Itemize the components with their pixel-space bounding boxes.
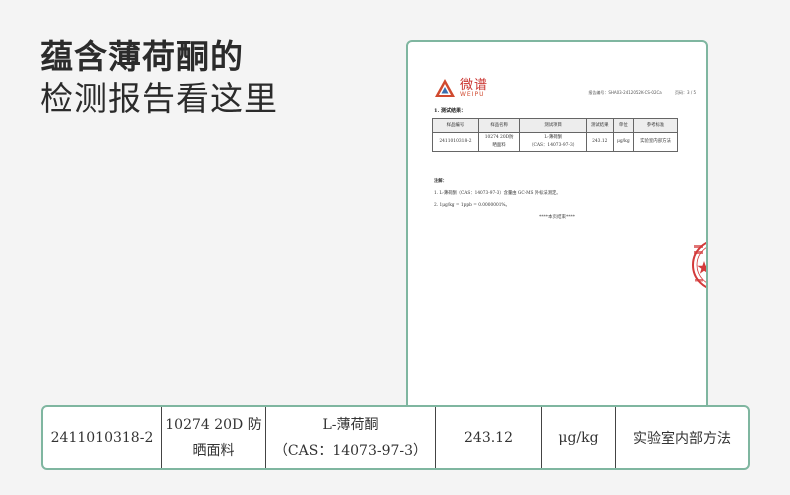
headline-line2: 检测报告看这里 — [40, 79, 278, 118]
zoom-test-item-line2: （CAS：14073-97-3） — [273, 442, 428, 459]
zoom-sample-name: 10274 20D 防 晒面料 — [161, 407, 266, 468]
table-row: 2411010318-2 10274 20D防 晒面料 L-薄荷酮 （CAS：1… — [432, 132, 678, 152]
result-table: 样品编号 样品名称 测试项目 测试结果 单位 参考标准 2411010318-2… — [432, 118, 678, 152]
notes-title: 注解： — [434, 179, 447, 184]
cell-test-item: L-薄荷酮 （CAS：14073-97-3） — [519, 132, 587, 152]
report-page: 页码：3 / 5 — [675, 90, 696, 95]
zoom-test-item-line1: L-薄荷酮 — [322, 416, 379, 433]
sample-name-line1: 10274 20D防 — [484, 135, 514, 140]
report-header-meta: 报告编号：SHA03-2412052K-CS-02Ca 页码：3 / 5 — [576, 90, 696, 96]
table-header: 参考标准 — [633, 118, 678, 133]
note-1: 1. L-薄荷酮（CAS：14073-97-3）含量由 GC-MS 外标法测定。 — [434, 191, 561, 196]
headline-line1: 蕴含薄荷酮的 — [40, 37, 244, 76]
table-header: 单位 — [612, 118, 635, 133]
zoom-result: 243.12 — [435, 407, 542, 468]
table-header: 样品编号 — [432, 118, 479, 133]
zoom-unit: μg/kg — [541, 407, 616, 468]
table-header: 测试结果 — [585, 118, 614, 133]
table-header: 样品名称 — [477, 118, 521, 133]
zoom-test-item: L-薄荷酮 （CAS：14073-97-3） — [265, 407, 436, 468]
end-mark: ****本页结束**** — [539, 215, 575, 220]
test-item-line1: L-薄荷酮 — [544, 135, 562, 140]
cell-unit: μg/kg — [612, 132, 635, 152]
zoom-sample-name-line1: 10274 20D 防 — [165, 416, 262, 433]
zoomed-result-row: 2411010318-2 10274 20D 防 晒面料 L-薄荷酮 （CAS：… — [41, 405, 750, 470]
cell-standard: 实验室内部方法 — [633, 132, 678, 152]
weipu-logo-icon — [435, 79, 455, 97]
cell-sample-no: 2411010318-2 — [432, 132, 479, 152]
section-title: 1. 测试结果： — [434, 108, 466, 114]
sample-name-line2: 晒面料 — [492, 143, 506, 148]
cell-sample-name: 10274 20D防 晒面料 — [477, 132, 521, 152]
page-headline: 蕴含薄荷酮的 检测报告看这里 — [40, 36, 278, 120]
report-notes: 注解： 1. L-薄荷酮（CAS：14073-97-3）含量由 GC-MS 外标… — [434, 176, 561, 212]
table-header-row: 样品编号 样品名称 测试项目 测试结果 单位 参考标准 — [432, 118, 678, 133]
logo-en: WEIPU — [460, 90, 485, 98]
test-item-line2: （CAS：14073-97-3） — [529, 143, 578, 148]
zoom-sample-no: 2411010318-2 — [43, 407, 162, 468]
report-preview: 微谱 WEIPU 报告编号：SHA03-2412052K-CS-02Ca 页码：… — [406, 40, 708, 420]
zoom-standard: 实验室内部方法 — [633, 430, 731, 447]
logo-cn: 微谱 — [460, 77, 489, 93]
table-row: 2411010318-2 10274 20D 防 晒面料 L-薄荷酮 （CAS：… — [43, 407, 748, 468]
seal-stamp-icon — [692, 241, 706, 289]
table-header: 测试项目 — [519, 118, 587, 133]
report-number: 报告编号：SHA03-2412052K-CS-02Ca — [588, 90, 662, 95]
zoom-sample-name-line2: 晒面料 — [192, 442, 235, 459]
note-2: 2. 1μg/kg = 1ppb = 0.0000001%。 — [434, 203, 510, 208]
report-logo: 微谱 WEIPU — [434, 78, 488, 98]
cell-result: 243.12 — [585, 132, 614, 152]
zoomed-table: 2411010318-2 10274 20D 防 晒面料 L-薄荷酮 （CAS：… — [43, 407, 748, 468]
